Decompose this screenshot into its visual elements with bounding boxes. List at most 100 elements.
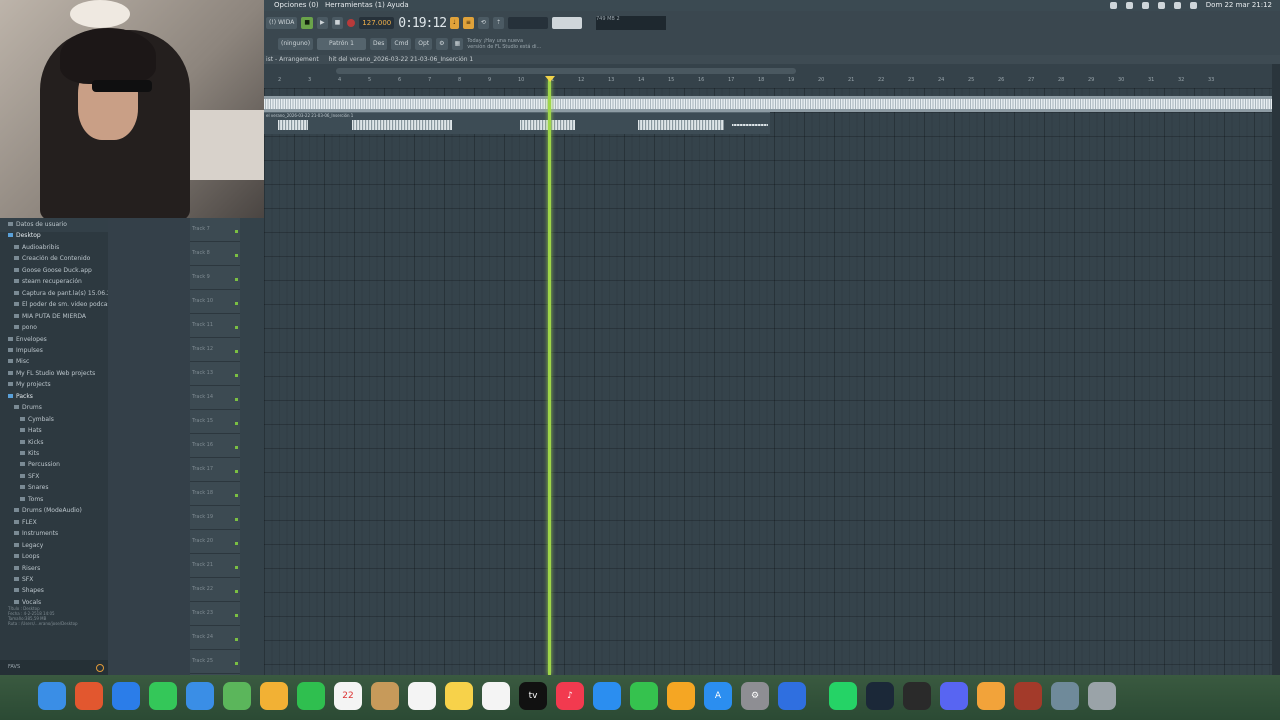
track-mute-led[interactable] xyxy=(235,518,238,521)
track-header[interactable]: Track 15 xyxy=(190,410,240,434)
track-mute-led[interactable] xyxy=(235,638,238,641)
tempo-display[interactable]: 127.000 xyxy=(359,17,395,29)
browser-item[interactable]: MIA PUTA DE MIERDA xyxy=(14,313,86,320)
whatsapp-icon[interactable] xyxy=(829,682,857,710)
fl-studio-icon[interactable] xyxy=(977,682,1005,710)
browser-item[interactable]: Snares xyxy=(20,484,48,491)
browser-item[interactable]: Datos de usuario xyxy=(8,221,67,228)
numbers-icon[interactable] xyxy=(630,682,658,710)
track-header[interactable]: Track 25 xyxy=(190,650,240,674)
browser-item[interactable]: Impulses xyxy=(8,347,43,354)
update-hint[interactable]: Today ¡Hay una nueva versión de FL Studi… xyxy=(467,38,541,50)
track-header[interactable]: Track 14 xyxy=(190,386,240,410)
track-mute-led[interactable] xyxy=(235,614,238,617)
facetime-icon[interactable] xyxy=(297,682,325,710)
audio-clip-master[interactable] xyxy=(264,96,1272,112)
steam-icon[interactable] xyxy=(866,682,894,710)
track-mute-led[interactable] xyxy=(235,590,238,593)
track-mute-led[interactable] xyxy=(235,446,238,449)
track-mute-led[interactable] xyxy=(235,350,238,353)
photos-icon[interactable] xyxy=(260,682,288,710)
browser-item[interactable]: Vocals xyxy=(14,599,41,606)
calendar-icon[interactable]: 22 xyxy=(334,682,362,710)
wait-button[interactable]: ≡ xyxy=(462,17,474,29)
browser-item[interactable]: Loops xyxy=(14,553,40,560)
keynote-icon[interactable] xyxy=(593,682,621,710)
browser-item[interactable]: FLEX xyxy=(14,519,37,526)
audio-clip-recording[interactable]: el verano_2026-03-22 21-03-06_Inserción … xyxy=(264,112,770,134)
browser-item[interactable]: Kicks xyxy=(20,439,44,446)
clock[interactable]: Dom 22 mar 21:12 xyxy=(1206,0,1272,11)
settings-icon[interactable]: ⚙ xyxy=(436,38,448,50)
track-header[interactable]: Track 7 xyxy=(190,218,240,242)
track-header[interactable]: Track 11 xyxy=(190,314,240,338)
messages-icon[interactable] xyxy=(149,682,177,710)
volume-slider[interactable] xyxy=(551,17,582,29)
cmd-button[interactable]: Cmd xyxy=(391,38,412,50)
track-mute-led[interactable] xyxy=(235,278,238,281)
track-header[interactable]: Track 19 xyxy=(190,506,240,530)
track-mute-led[interactable] xyxy=(235,566,238,569)
track-mute-led[interactable] xyxy=(235,662,238,665)
horizontal-scrollbar[interactable] xyxy=(336,68,796,74)
loop-button[interactable]: ⟲ xyxy=(477,17,489,29)
browser-footer-label[interactable]: FAVS xyxy=(8,664,20,670)
mail-icon[interactable] xyxy=(186,682,214,710)
track-mute-led[interactable] xyxy=(235,398,238,401)
screen-icon[interactable] xyxy=(1125,2,1133,9)
track-header[interactable]: Track 16 xyxy=(190,434,240,458)
browser-item[interactable]: Legacy xyxy=(14,542,43,549)
track-header[interactable]: Track 17 xyxy=(190,458,240,482)
track-header[interactable]: Track 12 xyxy=(190,338,240,362)
playhead[interactable] xyxy=(548,79,551,675)
browser-item[interactable]: Packs xyxy=(8,393,33,400)
playhead-marker-icon[interactable] xyxy=(545,76,555,82)
browser-item[interactable]: Hats xyxy=(20,427,42,434)
browser-item[interactable]: Envelopes xyxy=(8,336,47,343)
browser-item[interactable]: My projects xyxy=(8,381,51,388)
obs-icon[interactable] xyxy=(903,682,931,710)
search-icon[interactable] xyxy=(1189,2,1197,9)
browser-item[interactable]: Captura de pant.la(s) 15.06.21 xyxy=(14,290,115,297)
finder-icon[interactable] xyxy=(38,682,66,710)
browser-item[interactable]: El poder de sm. video podcast xyxy=(14,301,113,308)
browser-item[interactable]: Creación de Contenido xyxy=(14,255,90,262)
track-mute-led[interactable] xyxy=(235,254,238,257)
trash-icon[interactable] xyxy=(1088,682,1116,710)
track-mute-led[interactable] xyxy=(235,302,238,305)
browser-item[interactable]: Misc xyxy=(8,358,29,365)
browser-item[interactable]: Drums xyxy=(14,404,42,411)
pattern-song-toggle[interactable]: ■ xyxy=(301,17,313,29)
pattern-selector[interactable]: Patrón 1 xyxy=(317,38,366,50)
menu-options[interactable]: Opciones (0) xyxy=(274,0,319,11)
browser-item[interactable]: Cymbals xyxy=(20,416,54,423)
play-button[interactable]: ▶ xyxy=(317,17,328,29)
menu-help[interactable]: Ayuda xyxy=(387,0,409,11)
battery-icon[interactable] xyxy=(1173,2,1181,9)
wifi-icon[interactable] xyxy=(1157,2,1165,9)
browser-item[interactable]: Percussion xyxy=(20,461,60,468)
discord-icon[interactable] xyxy=(940,682,968,710)
playlist-breadcrumb[interactable]: hit del verano_2026-03-22 21-03-06_Inser… xyxy=(329,56,474,63)
browser-item[interactable]: Kits xyxy=(20,450,39,457)
des-button[interactable]: Des xyxy=(369,38,388,50)
track-header[interactable]: Track 13 xyxy=(190,362,240,386)
system-settings-icon[interactable]: ⚙ xyxy=(741,682,769,710)
track-mute-led[interactable] xyxy=(235,542,238,545)
track-mute-led[interactable] xyxy=(235,230,238,233)
apple-tv-icon[interactable]: tv xyxy=(519,682,547,710)
track-header[interactable]: Track 23 xyxy=(190,602,240,626)
maps-icon[interactable] xyxy=(223,682,251,710)
track-mute-led[interactable] xyxy=(235,374,238,377)
track-header[interactable]: Track 24 xyxy=(190,626,240,650)
track-mute-led[interactable] xyxy=(235,422,238,425)
opt-button[interactable]: Opt xyxy=(415,38,433,50)
safari-icon[interactable] xyxy=(112,682,140,710)
record-indicator-icon[interactable] xyxy=(1109,2,1117,9)
freeform-icon[interactable] xyxy=(482,682,510,710)
browser-item[interactable]: SFX xyxy=(20,473,39,480)
track-mute-led[interactable] xyxy=(235,494,238,497)
step-button[interactable]: ⇡ xyxy=(492,17,504,29)
track-header[interactable]: Track 22 xyxy=(190,578,240,602)
metronome-button[interactable]: ♩ xyxy=(450,17,459,29)
